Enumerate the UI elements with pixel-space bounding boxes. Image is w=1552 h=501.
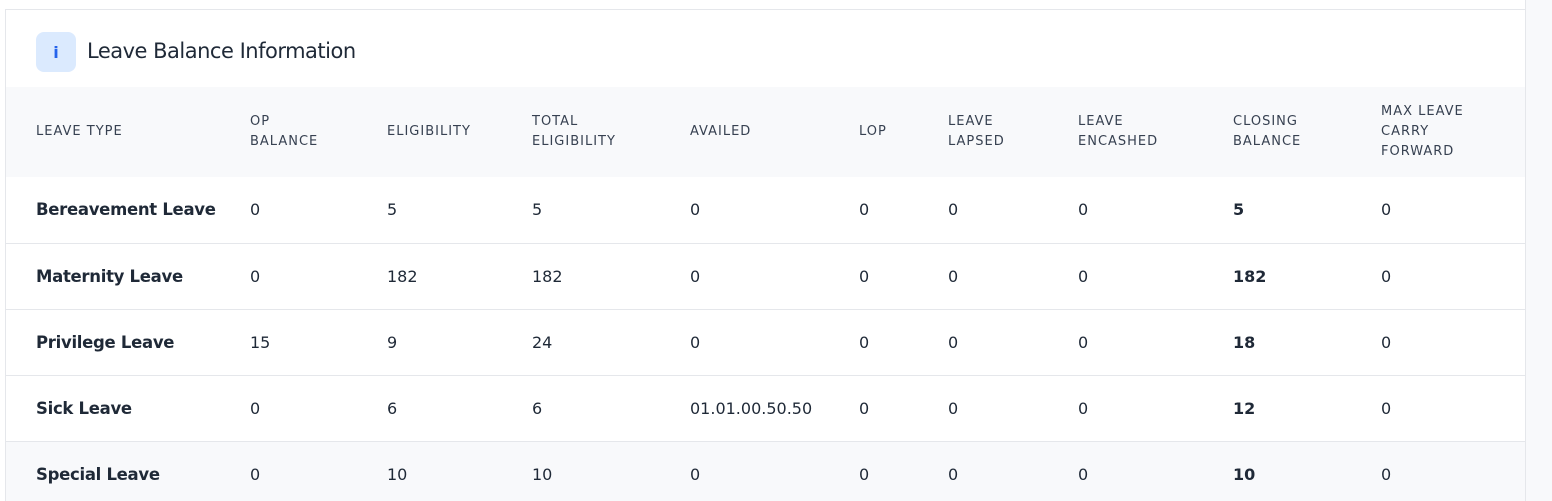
column-header-max-carry-forward: MAX LEAVE CARRY FORWARD bbox=[1381, 87, 1525, 177]
cell-leave-lapsed: 0 bbox=[948, 398, 959, 418]
cell-availed: 0 bbox=[690, 266, 701, 286]
column-header-line: LEAVE bbox=[948, 114, 994, 129]
cell-leave-lapsed: 0 bbox=[948, 332, 959, 352]
card-header: i Leave Balance Information bbox=[6, 10, 1525, 87]
cell-leave-encashed: 0 bbox=[1078, 332, 1089, 352]
column-header-total-eligibility: TOTAL ELIGIBILITY bbox=[532, 87, 690, 177]
column-header-line: ELIGIBILITY bbox=[532, 134, 616, 149]
cell-closing-balance: 18 bbox=[1233, 332, 1256, 352]
cell-availed: 01.01.00.50.50 bbox=[690, 398, 813, 418]
scrollbar-track[interactable] bbox=[1525, 0, 1552, 501]
column-header-lop: LOP bbox=[859, 87, 948, 177]
table-row: Maternity Leave 0 182 182 0 0 0 0 182 0 bbox=[6, 243, 1525, 309]
cell-leave-type: Special Leave bbox=[36, 464, 160, 484]
cell-total-eligibility: 6 bbox=[532, 398, 543, 418]
cell-eligibility: 6 bbox=[387, 398, 398, 418]
cell-op-balance: 15 bbox=[250, 332, 271, 352]
info-icon-glyph: i bbox=[53, 42, 59, 62]
cell-leave-type: Privilege Leave bbox=[36, 332, 175, 352]
column-header-leave-encashed: LEAVE ENCASHED bbox=[1078, 87, 1233, 177]
cell-leave-lapsed: 0 bbox=[948, 200, 959, 220]
info-icon: i bbox=[36, 32, 76, 72]
cell-max-carry-forward: 0 bbox=[1381, 464, 1392, 484]
cell-total-eligibility: 5 bbox=[532, 200, 543, 220]
cell-eligibility: 5 bbox=[387, 200, 398, 220]
leave-balance-table: LEAVE TYPE OP BALANCE ELIGIBILITY TOTAL ELIGI… bbox=[6, 87, 1525, 501]
cell-eligibility: 10 bbox=[387, 464, 408, 484]
column-header-eligibility: ELIGIBILITY bbox=[387, 87, 532, 177]
table-row: Privilege Leave 15 9 24 0 0 0 0 18 0 bbox=[6, 309, 1525, 375]
column-header-leave-type: LEAVE TYPE bbox=[6, 87, 250, 177]
column-header-line: BALANCE bbox=[250, 134, 319, 149]
column-header-line: MAX LEAVE bbox=[1381, 104, 1464, 119]
cell-availed: 0 bbox=[690, 332, 701, 352]
cell-lop: 0 bbox=[859, 200, 870, 220]
page-title: Leave Balance Information bbox=[87, 39, 356, 63]
cell-op-balance: 0 bbox=[250, 200, 261, 220]
cell-op-balance: 0 bbox=[250, 398, 261, 418]
table-row: Bereavement Leave 0 5 5 0 0 0 0 5 0 bbox=[6, 177, 1525, 243]
column-header-line: CARRY bbox=[1381, 124, 1430, 139]
column-header-line: ENCASHED bbox=[1078, 134, 1159, 149]
leave-balance-card: i Leave Balance Information LEAVE TYPE OP… bbox=[5, 9, 1525, 501]
column-header-leave-lapsed: LEAVE LAPSED bbox=[948, 87, 1078, 177]
column-header-line: LEAVE TYPE bbox=[36, 124, 123, 139]
column-header-op-balance: OP BALANCE bbox=[250, 87, 387, 177]
table-header-row: LEAVE TYPE OP BALANCE ELIGIBILITY TOTAL ELIGI… bbox=[6, 87, 1525, 177]
cell-eligibility: 9 bbox=[387, 332, 398, 352]
cell-lop: 0 bbox=[859, 398, 870, 418]
cell-total-eligibility: 10 bbox=[532, 464, 553, 484]
cell-max-carry-forward: 0 bbox=[1381, 398, 1392, 418]
cell-availed: 0 bbox=[690, 464, 701, 484]
column-header-closing-balance: CLOSING BALANCE bbox=[1233, 87, 1381, 177]
cell-max-carry-forward: 0 bbox=[1381, 332, 1392, 352]
column-header-line: AVAILED bbox=[690, 124, 752, 139]
cell-closing-balance: 182 bbox=[1233, 266, 1267, 286]
cell-max-carry-forward: 0 bbox=[1381, 266, 1392, 286]
cell-leave-type: Bereavement Leave bbox=[36, 200, 216, 220]
column-header-line: TOTAL bbox=[532, 114, 579, 129]
column-header-line: FORWARD bbox=[1381, 144, 1455, 159]
cell-leave-encashed: 0 bbox=[1078, 266, 1089, 286]
column-header-line: ELIGIBILITY bbox=[387, 124, 471, 139]
cell-closing-balance: 10 bbox=[1233, 464, 1256, 484]
column-header-line: LAPSED bbox=[948, 134, 1005, 149]
column-header-line: LEAVE bbox=[1078, 114, 1124, 129]
table-row: Special Leave 0 10 10 0 0 0 0 10 0 bbox=[6, 441, 1525, 501]
column-header-line: OP bbox=[250, 114, 271, 129]
cell-leave-lapsed: 0 bbox=[948, 266, 959, 286]
cell-total-eligibility: 24 bbox=[532, 332, 553, 352]
cell-leave-type: Sick Leave bbox=[36, 398, 132, 418]
cell-availed: 0 bbox=[690, 200, 701, 220]
column-header-line: LOP bbox=[859, 124, 887, 139]
page: i Leave Balance Information LEAVE TYPE OP… bbox=[0, 0, 1552, 501]
cell-leave-encashed: 0 bbox=[1078, 200, 1089, 220]
cell-total-eligibility: 182 bbox=[532, 266, 563, 286]
cell-leave-lapsed: 0 bbox=[948, 464, 959, 484]
column-header-line: BALANCE bbox=[1233, 134, 1302, 149]
cell-leave-type: Maternity Leave bbox=[36, 266, 183, 286]
column-header-line: CLOSING bbox=[1233, 114, 1298, 129]
cell-closing-balance: 12 bbox=[1233, 398, 1256, 418]
cell-lop: 0 bbox=[859, 464, 870, 484]
cell-lop: 0 bbox=[859, 332, 870, 352]
cell-leave-encashed: 0 bbox=[1078, 398, 1089, 418]
cell-op-balance: 0 bbox=[250, 464, 261, 484]
cell-leave-encashed: 0 bbox=[1078, 464, 1089, 484]
cell-max-carry-forward: 0 bbox=[1381, 200, 1392, 220]
column-header-availed: AVAILED bbox=[690, 87, 859, 177]
table-body: Bereavement Leave 0 5 5 0 0 0 0 5 0 Maternity Leav… bbox=[6, 177, 1525, 501]
cell-eligibility: 182 bbox=[387, 266, 418, 286]
cell-lop: 0 bbox=[859, 266, 870, 286]
table-row: Sick Leave 0 6 6 01.01.00.50.50 0 0 0 12 0 bbox=[6, 375, 1525, 441]
cell-closing-balance: 5 bbox=[1233, 200, 1245, 220]
cell-op-balance: 0 bbox=[250, 266, 261, 286]
